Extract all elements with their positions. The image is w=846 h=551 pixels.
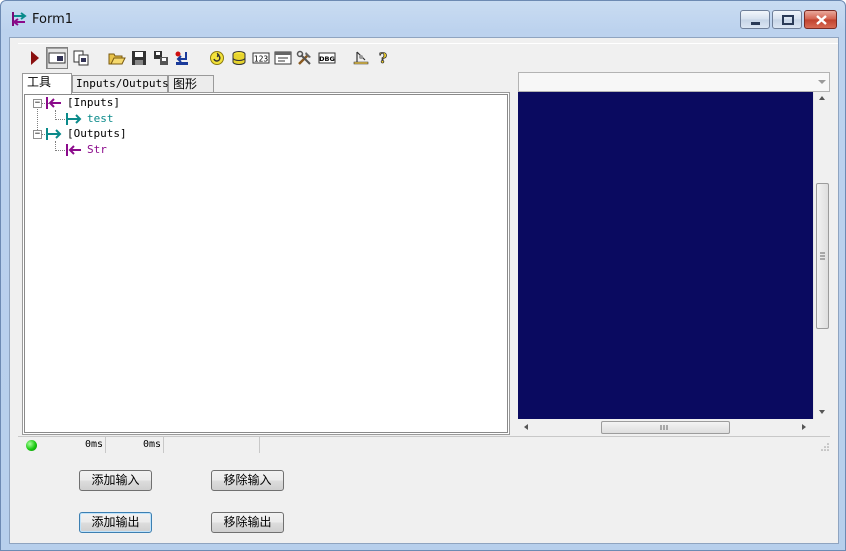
horizontal-scroll-thumb[interactable] [601, 421, 730, 434]
page-button[interactable] [70, 47, 92, 69]
save-button[interactable] [128, 47, 150, 69]
vertical-scroll-thumb[interactable] [816, 183, 829, 329]
debug-icon-label: DBG [319, 55, 335, 63]
grip-icon [660, 425, 668, 430]
scroll-up-icon[interactable] [819, 96, 825, 100]
scroll-left-icon[interactable] [524, 424, 528, 430]
database-button[interactable] [228, 47, 250, 69]
app-icon [12, 12, 27, 26]
run-icon [31, 51, 39, 65]
svg-text:?: ? [379, 51, 387, 66]
debug-button[interactable]: DBG [316, 47, 338, 69]
close-button[interactable] [804, 10, 837, 29]
inputs-node-label[interactable]: [Inputs] [67, 96, 120, 109]
page-icon [73, 50, 89, 66]
grip-icon [820, 252, 825, 260]
add-output-button[interactable]: 添加输出 [79, 512, 152, 533]
help-button[interactable]: ? [372, 47, 394, 69]
main-window: Form1 123 DBG ? 工具 Inputs/Outputs 图形 − [… [0, 0, 846, 551]
horizontal-scrollbar[interactable] [518, 419, 813, 435]
inputs-expander[interactable]: − [33, 99, 42, 108]
settings-icon [353, 51, 369, 65]
open-button[interactable] [106, 47, 128, 69]
list-button[interactable] [272, 47, 294, 69]
tools-button[interactable] [294, 47, 316, 69]
export-button[interactable] [150, 47, 172, 69]
import-icon [175, 51, 188, 65]
input-arrow-icon [66, 144, 81, 156]
save-icon [132, 51, 146, 65]
tools-icon [296, 50, 311, 65]
input-arrow-icon [46, 97, 61, 109]
window-title: Form1 [32, 12, 74, 27]
minimize-icon [751, 22, 760, 25]
remove-input-button[interactable]: 移除输入 [211, 470, 284, 491]
tab-inputs-outputs-label: Inputs/Outputs [76, 77, 169, 90]
graphics-view [518, 92, 830, 435]
view-icon [48, 52, 66, 64]
run-button[interactable] [24, 47, 46, 69]
view-select[interactable] [518, 72, 830, 92]
output-arrow-icon [46, 128, 62, 140]
outputs-expander[interactable]: − [33, 130, 42, 139]
vertical-scrollbar[interactable] [813, 92, 830, 419]
output-arrow-icon [66, 113, 82, 125]
remove-output-button[interactable]: 移除输出 [211, 512, 284, 533]
database-icon [232, 51, 246, 65]
input-item-label[interactable]: test [87, 112, 114, 125]
io-tree[interactable]: − [Inputs] test − [Outputs] Str [22, 92, 510, 435]
resize-grip-icon[interactable] [820, 442, 830, 452]
status-time-2: 0ms [106, 437, 164, 453]
chevron-down-icon[interactable] [818, 80, 826, 84]
tab-graphics[interactable]: 图形 [168, 75, 214, 93]
import-button[interactable] [172, 47, 194, 69]
close-icon [816, 15, 827, 25]
numeric-button[interactable]: 123 [250, 47, 272, 69]
list-icon [274, 51, 292, 65]
scroll-right-icon[interactable] [802, 424, 806, 430]
status-led-icon [26, 440, 37, 451]
settings-button[interactable] [350, 47, 372, 69]
refresh-icon [210, 51, 224, 65]
refresh-button[interactable] [206, 47, 228, 69]
client-area: 123 DBG ? 工具 Inputs/Outputs 图形 − [Inputs… [9, 37, 839, 544]
help-icon: ? [378, 51, 387, 66]
add-input-button[interactable]: 添加输入 [79, 470, 152, 491]
graphics-canvas[interactable] [518, 92, 813, 419]
tree-connector [55, 119, 65, 120]
maximize-icon [782, 15, 794, 25]
minimize-button[interactable] [740, 10, 770, 29]
output-item-label[interactable]: Str [87, 143, 107, 156]
outputs-node-label[interactable]: [Outputs] [67, 127, 127, 140]
open-icon [108, 53, 126, 65]
tab-inputs-outputs[interactable]: Inputs/Outputs [72, 75, 169, 93]
status-bar: 0ms 0ms [18, 436, 830, 453]
toolbar-divider [18, 43, 838, 44]
export-icon [154, 51, 168, 65]
debug-icon: DBG [318, 52, 336, 64]
scroll-down-icon[interactable] [819, 410, 825, 414]
numeric-icon: 123 [252, 52, 270, 64]
tab-tools[interactable]: 工具 [22, 73, 72, 94]
tree-connector [55, 150, 65, 151]
tab-tools-label: 工具 [27, 75, 52, 89]
view-toggle-button[interactable] [46, 47, 68, 69]
title-bar[interactable]: Form1 [1, 1, 845, 37]
tab-graphics-label: 图形 [173, 77, 198, 91]
maximize-button[interactable] [772, 10, 802, 29]
status-time-1: 0ms [44, 437, 106, 453]
numeric-icon-label: 123 [254, 55, 269, 64]
status-panel [164, 437, 260, 453]
